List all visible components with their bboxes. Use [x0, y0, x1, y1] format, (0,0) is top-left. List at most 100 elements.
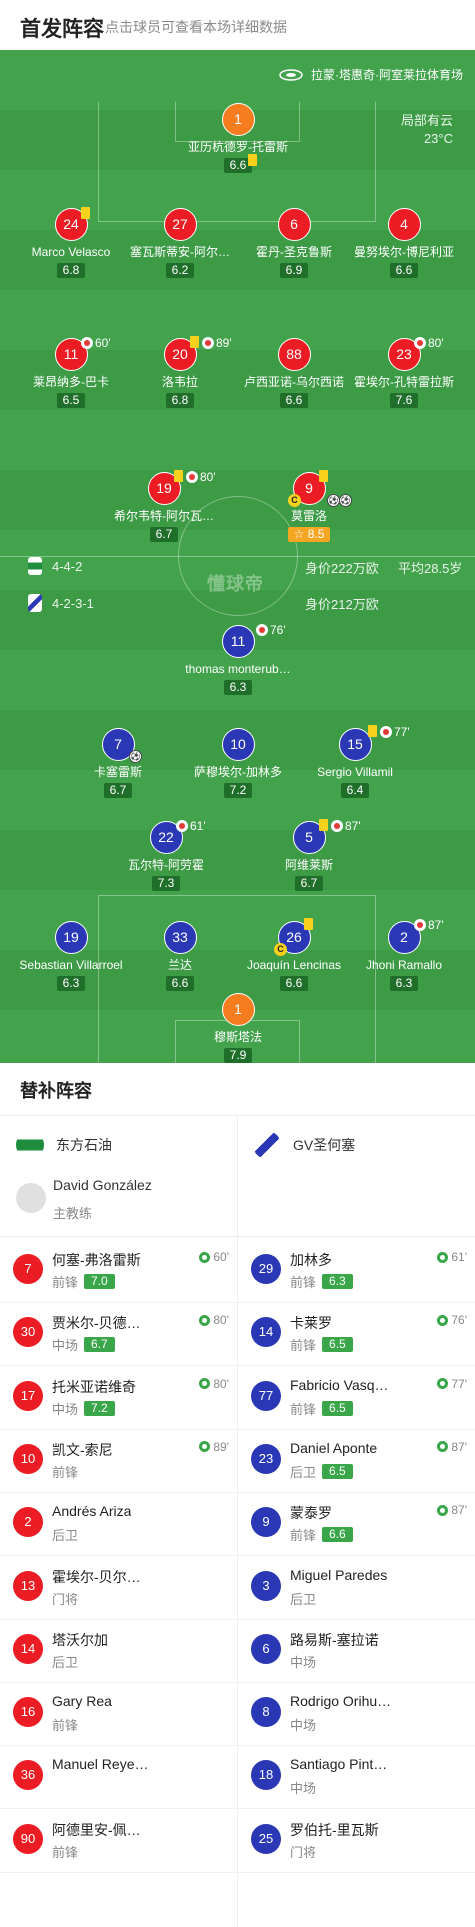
away-sub-row[interactable]: 23 Daniel Aponte 后卫 6.5 87'	[238, 1430, 475, 1493]
yellow-card-icon	[190, 336, 199, 348]
sub-position: 中场	[52, 1401, 79, 1417]
sub-in-event: 80'	[199, 1377, 229, 1391]
home-sub-row[interactable]: 10 凯文-索尼 前锋 89'	[0, 1430, 237, 1493]
home-player[interactable]: 19 80' 希尔韦特-阿尔瓦… 6.7	[94, 470, 234, 543]
away-player[interactable]: 7 ⚽ 卡塞雷斯 6.7	[48, 728, 188, 799]
sub-position: 门将	[52, 1591, 79, 1607]
home-sub-row[interactable]: 2 Andrés Ariza 后卫	[0, 1493, 237, 1557]
away-sub-row[interactable]: 77 Fabricio Vasq… 前锋 6.5 77'	[238, 1367, 475, 1430]
home-sub-row[interactable]: 30 贾米尔-贝德… 中场 6.7 80'	[0, 1303, 237, 1367]
sub-meta: 后卫	[52, 1652, 78, 1671]
sub-out-icon	[414, 337, 426, 349]
sub-meta: 后卫	[52, 1525, 78, 1544]
sub-out-event: 61'	[176, 819, 206, 833]
sub-meta: 前锋	[52, 1715, 78, 1734]
home-player[interactable]: 4 曼努埃尔-博尼利亚 6.6	[334, 208, 474, 279]
home-player[interactable]: 9 C ⚽ ⚽ 莫雷洛 ☆ 8.5	[239, 470, 379, 543]
home-sub-row[interactable]: 36 Manuel Reye…	[0, 1746, 237, 1810]
away-sub-row[interactable]: 14 卡莱罗 前锋 6.5 76'	[238, 1303, 475, 1367]
sub-out-event: 77'	[380, 725, 410, 739]
away-player[interactable]: 15 77' Sergio Villamil 6.4	[285, 725, 425, 799]
sub-rating: 6.5	[322, 1400, 353, 1416]
away-value: 身价212万欧	[305, 597, 379, 612]
home-sub-row[interactable]: 13 霍埃尔-贝尔… 门将	[0, 1557, 237, 1620]
sub-player-name: 蒙泰罗	[290, 1505, 332, 1522]
away-sub-row[interactable]: 9 蒙泰罗 前锋 6.6 87'	[238, 1493, 475, 1557]
jersey-number: 25	[251, 1823, 281, 1854]
jersey-number: 8	[251, 1697, 281, 1728]
sub-meta: 前锋	[52, 1462, 78, 1481]
venue-name: 拉蒙·塔惠奇·阿室莱拉体育场	[311, 68, 463, 82]
stadium-icon	[279, 68, 303, 81]
sub-in-event: 61'	[437, 1250, 467, 1264]
away-sub-row[interactable]: 3 Miguel Paredes 后卫	[238, 1557, 475, 1620]
sub-out-icon	[176, 820, 188, 832]
venue-info: 拉蒙·塔惠奇·阿室莱拉体育场	[279, 66, 463, 83]
sub-position: 前锋	[52, 1718, 79, 1734]
jersey-number: 30	[13, 1317, 43, 1348]
home-player[interactable]: 1 亚历杭德罗-托雷斯 6.6	[168, 103, 308, 174]
away-player[interactable]: 11 76' thomas monterub… 6.3	[168, 623, 308, 696]
away-sub-row[interactable]: 6 路易斯-塞拉诺 中场	[238, 1620, 475, 1683]
home-sub-row[interactable]: 7 何塞-弗洛雷斯 前锋 7.0 60'	[0, 1240, 237, 1303]
away-player[interactable]: 2 87' Jhoni Ramallo 6.3	[334, 918, 474, 992]
sub-meta: 中场	[290, 1652, 316, 1671]
jersey-number: 16	[13, 1697, 43, 1728]
sub-meta: 中场	[290, 1715, 316, 1734]
away-sub-row[interactable]: 29 加林多 前锋 6.3 61'	[238, 1240, 475, 1303]
sub-rating: 7.0	[84, 1274, 115, 1289]
away-player[interactable]: 22 61' 瓦尔特-阿劳霍 7.3	[96, 819, 236, 892]
sub-meta: 前锋 6.6	[290, 1525, 353, 1544]
sub-out-event: 87'	[331, 819, 361, 833]
jersey-number: 7	[13, 1254, 43, 1284]
home-team-logo-icon	[16, 1131, 44, 1159]
home-formation-label: 4-4-2	[52, 558, 83, 574]
jersey-number: 77	[251, 1380, 281, 1411]
sub-in-icon	[437, 1504, 449, 1516]
sub-position: 门将	[290, 1844, 317, 1860]
sub-player-name: 霍埃尔-贝尔…	[52, 1568, 141, 1585]
home-sub-row[interactable]: 16 Gary Rea 前锋	[0, 1683, 237, 1747]
yellow-card-icon	[174, 470, 183, 482]
substitutes-title: 替补阵容	[20, 1081, 92, 1101]
away-sub-row[interactable]: 25 罗伯托-里瓦斯 门将	[238, 1810, 475, 1873]
home-age: 平均28.5岁	[398, 561, 463, 576]
home-sub-row[interactable]: 90 阿德里安-佩… 前锋	[0, 1810, 237, 1873]
home-sub-row[interactable]: 17 托米亚诺维奇 中场 7.2 80'	[0, 1367, 237, 1430]
yellow-card-icon	[304, 918, 313, 930]
sub-rating: 6.7	[84, 1337, 115, 1353]
sub-meta: 前锋 6.5	[290, 1335, 353, 1354]
jersey-number: 13	[13, 1570, 43, 1601]
sub-meta: 中场 6.7	[52, 1335, 115, 1354]
sub-player-name: 凯文-索尼	[52, 1441, 113, 1458]
sub-player-name: 托米亚诺维奇	[52, 1378, 136, 1395]
home-value: 身价222万欧	[305, 561, 379, 576]
weather-temp: 23°C	[423, 131, 453, 146]
coach-name: David González	[53, 1177, 152, 1193]
sub-in-event: 80'	[199, 1313, 229, 1327]
weather-condition: 局部有云	[400, 113, 453, 128]
sub-player-name: Rodrigo Orihu…	[290, 1693, 392, 1710]
away-player[interactable]: 5 87' 阿维莱斯 6.7	[239, 819, 379, 892]
away-badge-icon	[28, 594, 42, 612]
substitutes-section: 替补阵容 东方石油 GV圣何塞 David González 主教练 7 何塞-弗…	[0, 1063, 475, 1927]
jersey-number: 14	[13, 1633, 43, 1664]
sub-in-icon	[437, 1441, 449, 1453]
sub-out-event: 80'	[414, 336, 444, 350]
yellow-card-icon	[319, 819, 328, 831]
sub-meta: 前锋 7.0	[52, 1272, 115, 1291]
home-sub-row[interactable]: 14 塔沃尔加 后卫	[0, 1620, 237, 1683]
jersey-number: 14	[251, 1317, 281, 1348]
sub-rating: 6.6	[322, 1527, 353, 1543]
away-sub-row[interactable]: 8 Rodrigo Orihu… 中场	[238, 1683, 475, 1747]
sub-player-name: Manuel Reye…	[52, 1756, 149, 1773]
sub-in-icon	[437, 1251, 449, 1263]
away-sub-row[interactable]: 18 Santiago Pint… 中场	[238, 1746, 475, 1810]
sub-position: 中场	[290, 1718, 317, 1734]
away-player[interactable]: 1 穆斯塔法 7.9	[168, 993, 308, 1063]
jersey-number: 9	[251, 1507, 281, 1538]
home-player[interactable]: 23 80' 霍埃尔-孔特雷拉斯 7.6	[334, 336, 474, 409]
sub-out-icon	[380, 726, 392, 738]
goal-ball-icon: ⚽	[129, 750, 142, 763]
sub-in-event: 60'	[199, 1250, 229, 1264]
